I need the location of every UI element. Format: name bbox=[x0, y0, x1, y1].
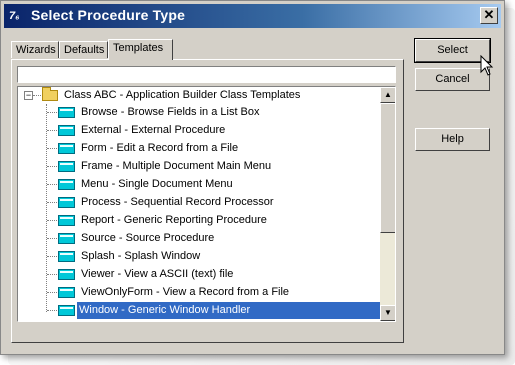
tree-item-viewonlyform[interactable]: ViewOnlyForm - View a Record from a File bbox=[18, 284, 380, 301]
scroll-down-button[interactable]: ▼ bbox=[380, 305, 395, 321]
tree-item-label: Browse - Browse Fields in a List Box bbox=[81, 106, 260, 118]
tree-item-label: Report - Generic Reporting Procedure bbox=[81, 214, 267, 226]
tree-item-form[interactable]: Form - Edit a Record from a File bbox=[18, 140, 380, 157]
tree-item-label: Viewer - View a ASCII (text) file bbox=[81, 268, 234, 280]
tree-connector bbox=[47, 184, 57, 185]
template-icon bbox=[58, 179, 75, 190]
tree-item-source[interactable]: Source - Source Procedure bbox=[18, 230, 380, 247]
tree-connector bbox=[47, 148, 57, 149]
tree-item-label: Process - Sequential Record Processor bbox=[81, 196, 274, 208]
template-icon bbox=[58, 161, 75, 172]
tree-connector bbox=[47, 166, 57, 167]
tree-item-label: Menu - Single Document Menu bbox=[81, 178, 233, 190]
tree-root-label: Class ABC - Application Builder Class Te… bbox=[64, 89, 301, 101]
tab-label: Templates bbox=[113, 42, 164, 54]
template-icon bbox=[58, 251, 75, 262]
template-filter-input[interactable] bbox=[17, 66, 396, 83]
select-button-label: Select bbox=[437, 44, 468, 56]
tree-scrollbar[interactable]: ▲ ▼ bbox=[380, 87, 395, 321]
help-button[interactable]: Help bbox=[415, 128, 490, 151]
tree-root-item[interactable]: − Class ABC - Application Builder Class … bbox=[18, 87, 380, 104]
template-icon bbox=[58, 305, 75, 316]
template-icon bbox=[58, 197, 75, 208]
tree-item-menu[interactable]: Menu - Single Document Menu bbox=[18, 176, 380, 193]
folder-icon bbox=[42, 87, 58, 101]
tree-connector bbox=[47, 310, 57, 311]
tree-item-splash[interactable]: Splash - Splash Window bbox=[18, 248, 380, 265]
template-icon bbox=[58, 269, 75, 280]
tree-item-process[interactable]: Process - Sequential Record Processor bbox=[18, 194, 380, 211]
tree-item-window[interactable]: Window - Generic Window Handler bbox=[18, 302, 381, 319]
collapse-icon[interactable]: − bbox=[24, 91, 33, 100]
tree-connector bbox=[33, 95, 41, 96]
tree-item-label: Window - Generic Window Handler bbox=[77, 302, 381, 319]
tree-item-report[interactable]: Report - Generic Reporting Procedure bbox=[18, 212, 380, 229]
scroll-up-button[interactable]: ▲ bbox=[380, 87, 395, 103]
tree-connector bbox=[47, 202, 57, 203]
tree-connector bbox=[47, 274, 57, 275]
tree-connector bbox=[47, 292, 57, 293]
template-icon bbox=[58, 107, 75, 118]
arrow-down-icon: ▼ bbox=[384, 308, 392, 317]
arrow-up-icon: ▲ bbox=[384, 90, 392, 99]
tab-templates[interactable]: Templates bbox=[108, 39, 173, 60]
tree-item-label: Splash - Splash Window bbox=[81, 250, 201, 262]
template-icon bbox=[58, 233, 75, 244]
tree-item-label: Source - Source Procedure bbox=[81, 232, 215, 244]
tab-defaults[interactable]: Defaults bbox=[59, 41, 108, 58]
tree-connector bbox=[47, 112, 57, 113]
close-icon: ✕ bbox=[483, 7, 495, 22]
tree-item-external[interactable]: External - External Procedure bbox=[18, 122, 380, 139]
tree-item-label: Form - Edit a Record from a File bbox=[81, 142, 239, 154]
tab-label: Wizards bbox=[16, 44, 56, 56]
select-button[interactable]: Select bbox=[414, 38, 491, 63]
tree-connector bbox=[47, 238, 57, 239]
tree-item-viewer[interactable]: Viewer - View a ASCII (text) file bbox=[18, 266, 380, 283]
scroll-thumb[interactable] bbox=[380, 103, 395, 233]
template-tree[interactable]: − Class ABC - Application Builder Class … bbox=[17, 86, 396, 322]
tab-label: Defaults bbox=[64, 44, 105, 56]
template-icon bbox=[58, 125, 75, 136]
tree-content: − Class ABC - Application Builder Class … bbox=[18, 87, 381, 321]
help-button-label: Help bbox=[441, 133, 464, 145]
tree-connector bbox=[47, 130, 57, 131]
tab-wizards[interactable]: Wizards bbox=[11, 41, 59, 58]
template-icon bbox=[58, 215, 75, 226]
close-button[interactable]: ✕ bbox=[480, 7, 498, 24]
cancel-button[interactable]: Cancel bbox=[415, 68, 490, 91]
tree-connector bbox=[47, 220, 57, 221]
tree-item-label: ViewOnlyForm - View a Record from a File bbox=[81, 286, 290, 298]
dialog-title: Select Procedure Type bbox=[31, 7, 186, 23]
tree-item-label: External - External Procedure bbox=[81, 124, 226, 136]
template-icon bbox=[58, 143, 75, 154]
cancel-button-label: Cancel bbox=[435, 73, 470, 85]
tree-connector bbox=[47, 256, 57, 257]
mouse-pointer-icon bbox=[480, 55, 494, 76]
tree-item-frame[interactable]: Frame - Multiple Document Main Menu bbox=[18, 158, 380, 175]
app-icon: 7₆ bbox=[9, 10, 20, 22]
tree-item-label: Frame - Multiple Document Main Menu bbox=[81, 160, 272, 172]
template-icon bbox=[58, 287, 75, 298]
tree-item-browse[interactable]: Browse - Browse Fields in a List Box bbox=[18, 104, 380, 121]
title-bar[interactable]: 7₆ Select Procedure Type ✕ bbox=[4, 4, 501, 28]
